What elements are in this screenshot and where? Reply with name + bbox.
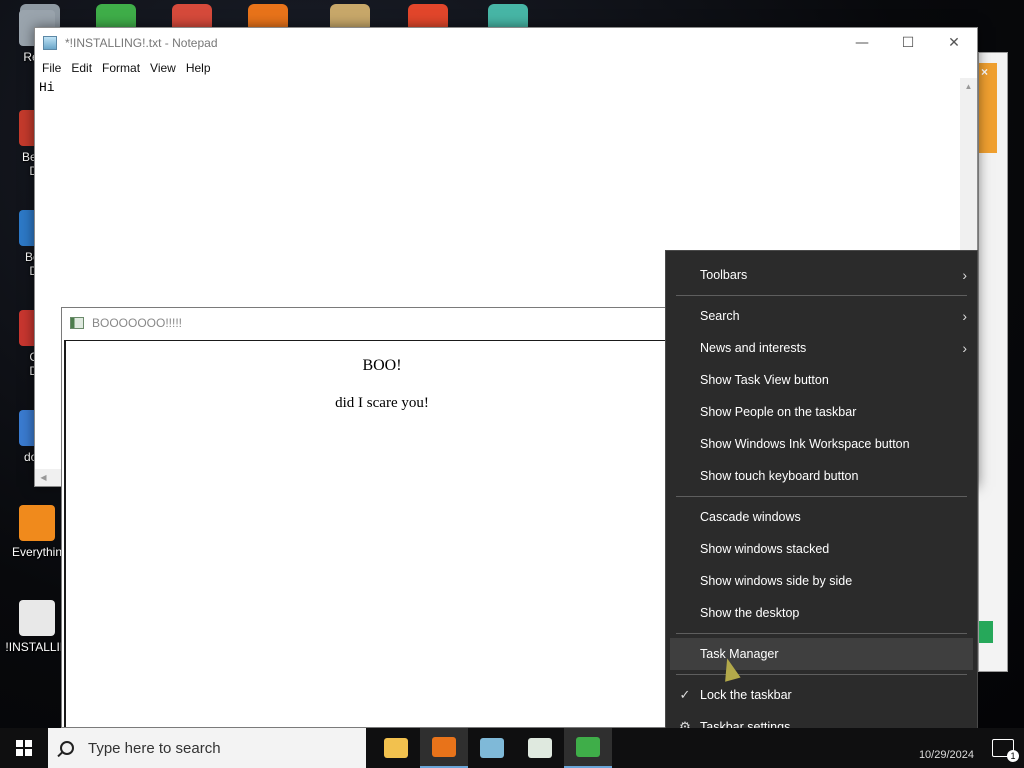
menu-item-show-windows-stacked[interactable]: Show windows stacked <box>666 533 977 565</box>
menu-separator <box>676 674 967 675</box>
menu-format[interactable]: Format <box>97 61 145 75</box>
menu-item-toolbars[interactable]: Toolbars › <box>666 259 977 291</box>
start-button[interactable] <box>0 728 48 768</box>
notepad-icon <box>480 738 504 758</box>
windows-logo-icon <box>16 740 32 756</box>
menu-item-news-and-interests[interactable]: News and interests › <box>666 332 977 364</box>
scroll-up-icon[interactable]: ▲ <box>960 78 977 95</box>
notification-count: 1 <box>1007 750 1019 762</box>
menu-item-label: Show the desktop <box>700 606 800 620</box>
people-icon <box>576 737 600 757</box>
maximize-button[interactable]: ☐ <box>885 28 931 58</box>
menu-edit[interactable]: Edit <box>66 61 97 75</box>
app-icon <box>19 600 55 636</box>
menu-item-show-touch-keyboard-button[interactable]: Show touch keyboard button <box>666 460 977 492</box>
green-button[interactable] <box>979 621 993 643</box>
menu-item-task-manager[interactable]: Task Manager <box>670 638 973 670</box>
menu-item-label: Show windows side by side <box>700 574 853 588</box>
menu-file[interactable]: File <box>37 61 66 75</box>
menu-item-label: Task Manager <box>700 647 779 661</box>
menu-item-label: Search <box>700 309 740 323</box>
window-icon <box>70 317 84 329</box>
chevron-right-icon: › <box>962 308 967 324</box>
menu-item-label: Show Task View button <box>700 373 829 387</box>
taskbar-app-file-explorer[interactable] <box>372 728 420 768</box>
menu-item-cascade-windows[interactable]: Cascade windows <box>666 501 977 533</box>
menu-separator <box>676 496 967 497</box>
menu-view[interactable]: View <box>145 61 181 75</box>
boo-content: BOO! did I scare you! <box>64 340 698 727</box>
menu-item-label: Toolbars <box>700 268 748 282</box>
menu-item-show-the-desktop[interactable]: Show the desktop <box>666 597 977 629</box>
taskbar-app-people[interactable] <box>564 728 612 768</box>
notepad-icon <box>43 36 57 50</box>
boo-titlebar[interactable]: BOOOOOOO!!!!! <box>62 308 700 339</box>
menu-item-label: Show windows stacked <box>700 542 830 556</box>
boo-text: did I scare you! <box>335 395 429 411</box>
scroll-left-icon[interactable]: ◀ <box>35 469 52 486</box>
close-icon[interactable]: × <box>981 65 988 79</box>
check-icon: ✓ <box>679 687 691 702</box>
taskbar: Type here to search 10/29/2024 1 <box>0 728 1024 768</box>
taskbar-app-boo-app[interactable] <box>516 728 564 768</box>
chevron-right-icon: › <box>962 340 967 356</box>
boo-heading: BOO! <box>362 357 402 374</box>
menu-item-search[interactable]: Search › <box>666 300 977 332</box>
background-window-edge[interactable]: × <box>978 52 1008 672</box>
menu-item-label: News and interests <box>700 341 807 355</box>
menu-item-label: Show Windows Ink Workspace button <box>700 437 910 451</box>
notepad-menubar: File Edit Format View Help <box>35 58 977 78</box>
search-placeholder: Type here to search <box>88 739 221 757</box>
menu-help[interactable]: Help <box>181 61 216 75</box>
taskbar-context-menu: Toolbars › Search › News and interests › Show … <box>665 250 978 750</box>
system-tray: 10/29/2024 1 <box>919 735 1024 762</box>
taskbar-search-box[interactable]: Type here to search <box>48 728 366 768</box>
app-icon <box>19 505 55 541</box>
taskbar-app-notepad[interactable] <box>468 728 516 768</box>
firefox-icon <box>432 737 456 757</box>
boo-app-icon <box>528 738 552 758</box>
boo-title: BOOOOOOO!!!!! <box>92 316 183 330</box>
notepad-titlebar[interactable]: *!INSTALLING!.txt - Notepad — ☐ ✕ <box>35 28 977 58</box>
notification-icon[interactable]: 1 <box>992 739 1019 762</box>
boo-window[interactable]: BOOOOOOO!!!!! BOO! did I scare you! <box>61 307 701 728</box>
menu-item-lock-the-taskbar[interactable]: ✓ Lock the taskbar <box>666 679 977 711</box>
menu-item-label: Cascade windows <box>700 510 801 524</box>
menu-item-show-task-view-button[interactable]: Show Task View button <box>666 364 977 396</box>
menu-item-label: Show People on the taskbar <box>700 405 857 419</box>
chevron-right-icon: › <box>962 267 967 283</box>
menu-item-show-people-on-the-taskbar[interactable]: Show People on the taskbar <box>666 396 977 428</box>
close-button[interactable]: ✕ <box>931 28 977 58</box>
menu-item-show-windows-ink-workspace-button[interactable]: Show Windows Ink Workspace button <box>666 428 977 460</box>
menu-separator <box>676 633 967 634</box>
menu-item-label: Show touch keyboard button <box>700 469 859 483</box>
menu-separator <box>676 295 967 296</box>
file-explorer-icon <box>384 738 408 758</box>
menu-item-label: Lock the taskbar <box>700 688 792 702</box>
taskbar-app-firefox[interactable] <box>420 728 468 768</box>
search-icon <box>60 741 74 755</box>
clock-date[interactable]: 10/29/2024 <box>919 749 974 761</box>
notepad-title: *!INSTALLING!.txt - Notepad <box>65 36 218 50</box>
minimize-button[interactable]: — <box>839 28 885 58</box>
menu-item-show-windows-side-by-side[interactable]: Show windows side by side <box>666 565 977 597</box>
